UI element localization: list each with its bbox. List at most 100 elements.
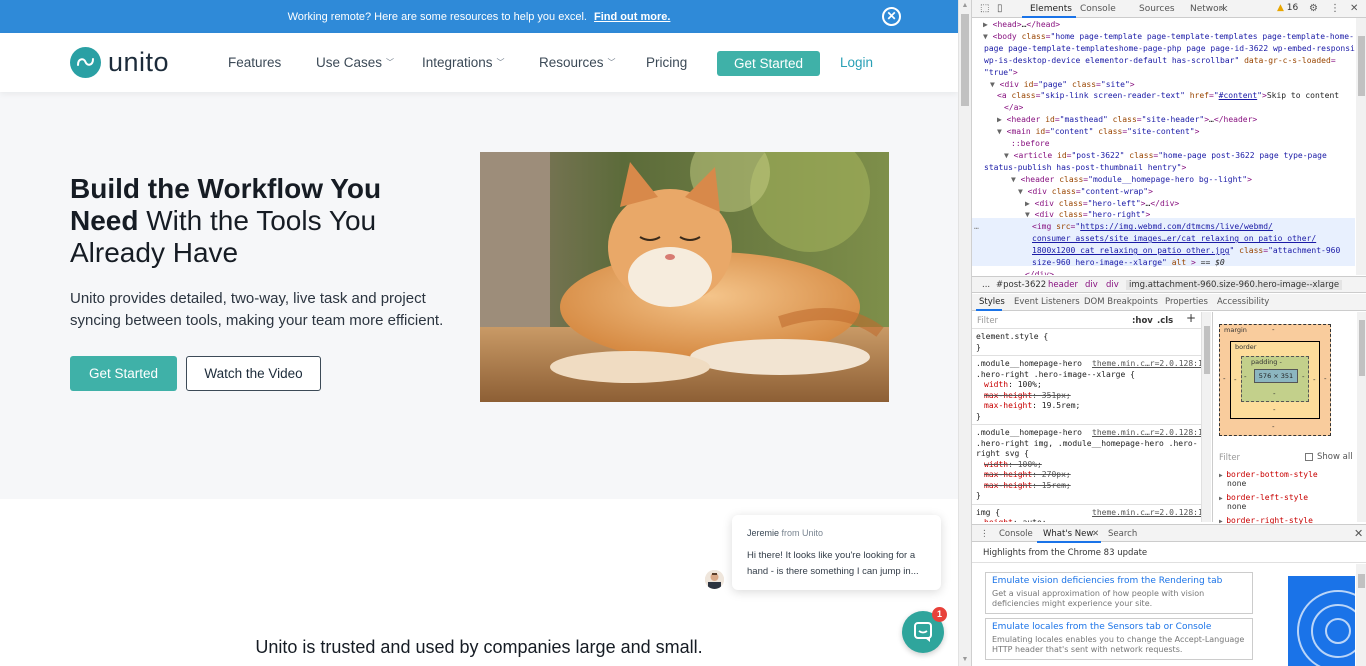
dom-node-line[interactable]: ▼ <div class="hero-right"> bbox=[1025, 209, 1150, 221]
css-rule-text[interactable]: .hero-right .hero-image--xlarge { bbox=[976, 370, 1135, 381]
breadcrumb-item[interactable]: header bbox=[1048, 280, 1078, 290]
nav-pricing[interactable]: Pricing bbox=[646, 55, 687, 70]
drawer-scrollbar[interactable] bbox=[1356, 564, 1366, 666]
watch-video-button[interactable]: Watch the Video bbox=[186, 356, 321, 391]
breadcrumb-item[interactable]: div bbox=[1085, 280, 1098, 290]
nav-integrations[interactable]: Integrations ﹀ bbox=[422, 55, 505, 70]
subtab-styles[interactable]: Styles bbox=[979, 297, 1005, 307]
nav-login-link[interactable]: Login bbox=[840, 55, 873, 70]
breadcrumb-item[interactable]: div bbox=[1106, 280, 1119, 290]
dom-node-line[interactable]: consumer_assets/site_images…er/cat_relax… bbox=[1032, 233, 1316, 245]
dom-node-line[interactable]: ▼ <div id="page" class="site"> bbox=[990, 79, 1135, 91]
close-devtools-icon[interactable]: ✕ bbox=[1350, 3, 1358, 14]
dom-node-line[interactable]: ▶ <head>…</head> bbox=[983, 19, 1060, 31]
css-declaration[interactable]: max-height: 351px; bbox=[984, 391, 1071, 402]
computed-scroll-thumb[interactable] bbox=[1359, 320, 1365, 376]
whats-new-title[interactable]: Emulate vision deficiencies from the Ren… bbox=[992, 576, 1222, 586]
css-rule-text[interactable]: element.style { bbox=[976, 332, 1048, 343]
computed-property[interactable]: ▶ border-bottom-style none bbox=[1219, 470, 1318, 488]
dom-node-line[interactable]: <img src="https://img.webmd.com/dtmcms/l… bbox=[1032, 221, 1273, 233]
dom-node-line[interactable]: 1800x1200_cat_relaxing_on_patio_other.jp… bbox=[1032, 245, 1340, 257]
device-toolbar-icon[interactable]: ▯ bbox=[997, 3, 1003, 14]
drawer-scroll-thumb[interactable] bbox=[1358, 574, 1365, 588]
close-icon[interactable]: ✕ bbox=[882, 7, 901, 26]
dom-tree[interactable]: ▶ <head>…</head> ▼ <body class="home page… bbox=[972, 18, 1355, 275]
css-rule-text[interactable]: .hero-right img, .module__homepage-hero … bbox=[976, 439, 1198, 450]
computed-scrollbar[interactable] bbox=[1357, 312, 1366, 522]
css-declaration[interactable]: max-height: 270px; bbox=[984, 470, 1071, 481]
nav-get-started-button[interactable]: Get Started bbox=[717, 51, 820, 76]
subtab-dom-breakpoints[interactable]: DOM Breakpoints bbox=[1084, 297, 1158, 307]
subtab-properties[interactable]: Properties bbox=[1165, 297, 1208, 307]
banner-link[interactable]: Find out more. bbox=[594, 11, 670, 23]
page-scroll-thumb[interactable] bbox=[961, 14, 969, 106]
css-declaration[interactable]: max-height: 19.5rem; bbox=[984, 401, 1080, 412]
css-declaration[interactable]: width: 100%; bbox=[984, 380, 1042, 391]
dom-node-line[interactable]: page page-template-templateshome-page-ph… bbox=[984, 43, 1355, 55]
styles-scrollbar[interactable] bbox=[1201, 312, 1211, 522]
dom-node-line[interactable]: ▼ <main id="content" class="site-content… bbox=[997, 126, 1199, 138]
css-rule-text[interactable]: } bbox=[976, 491, 981, 502]
dom-scrollbar[interactable] bbox=[1356, 18, 1366, 275]
drawer-tab-search[interactable]: Search bbox=[1108, 529, 1137, 539]
scroll-down-icon[interactable]: ▼ bbox=[959, 654, 971, 666]
whats-new-title[interactable]: Emulate locales from the Sensors tab or … bbox=[992, 622, 1211, 632]
breadcrumb-item[interactable]: img.attachment-960.size-960.hero-image--… bbox=[1126, 280, 1343, 290]
css-declaration[interactable]: max-height: 15rem; bbox=[984, 481, 1071, 492]
nav-use-cases[interactable]: Use Cases ﹀ bbox=[316, 55, 394, 70]
dom-node-line[interactable]: ▼ <article id="post-3622" class="home-pa… bbox=[1004, 150, 1327, 162]
breadcrumb-item[interactable]: #post-3622 bbox=[996, 280, 1046, 290]
css-selector[interactable]: .module__homepage-hero theme.min.c…r=2.0.… bbox=[976, 359, 1201, 370]
tab-elements[interactable]: Elements bbox=[1030, 4, 1072, 14]
get-started-button[interactable]: Get Started bbox=[70, 356, 177, 391]
dom-node-line[interactable]: size-960 hero-image--xlarge" alt > == $0 bbox=[1032, 257, 1225, 269]
dom-scroll-thumb[interactable] bbox=[1358, 36, 1365, 96]
drawer-menu-icon[interactable]: ⋮ bbox=[980, 529, 989, 539]
subtab-event-listeners[interactable]: Event Listeners bbox=[1014, 297, 1080, 307]
dom-node-line[interactable]: ▼ <body class="home page-template page-t… bbox=[983, 31, 1354, 43]
styles-pane[interactable]: Filter :hov .cls + element.style {} .modu… bbox=[972, 312, 1201, 522]
styles-scroll-thumb[interactable] bbox=[1204, 326, 1210, 374]
class-toggle[interactable]: .cls bbox=[1157, 316, 1173, 327]
tab-console[interactable]: Console bbox=[1080, 4, 1116, 14]
styles-filter-input[interactable]: Filter bbox=[977, 316, 998, 327]
dom-node-line[interactable]: "true"> bbox=[984, 67, 1018, 79]
nav-features[interactable]: Features bbox=[228, 55, 281, 70]
dom-node-line[interactable]: ▶ <header id="masthead" class="site-head… bbox=[997, 114, 1257, 126]
warning-count[interactable]: ▲ 16 bbox=[1277, 3, 1298, 13]
css-selector[interactable]: .module__homepage-hero theme.min.c…r=2.0.… bbox=[976, 428, 1201, 439]
page-scrollbar[interactable]: ▲ ▼ bbox=[958, 0, 971, 666]
dom-node-line[interactable]: status-publish has-post-thumbnail hentry… bbox=[984, 162, 1186, 174]
breadcrumb-item[interactable]: ... bbox=[982, 280, 990, 290]
dom-node-line[interactable]: </div> bbox=[1025, 269, 1054, 275]
subtab-accessibility[interactable]: Accessibility bbox=[1217, 297, 1269, 307]
dom-node-line[interactable]: ▼ <div class="content-wrap"> bbox=[1018, 186, 1153, 198]
css-selector[interactable]: img {theme.min.c…r=2.0.128:1 bbox=[976, 508, 1201, 519]
tab-sources[interactable]: Sources bbox=[1139, 4, 1175, 14]
unito-logo[interactable]: unito bbox=[70, 46, 169, 78]
scroll-up-icon[interactable]: ▲ bbox=[959, 0, 971, 12]
computed-filter-input[interactable]: Filter bbox=[1219, 453, 1240, 463]
dom-node-line[interactable]: </a> bbox=[1004, 102, 1023, 114]
more-options-icon[interactable]: ⋮ bbox=[1330, 3, 1340, 14]
computed-property[interactable]: ▶ border-left-style none bbox=[1219, 493, 1308, 511]
css-declaration[interactable]: height: auto; bbox=[984, 518, 1047, 522]
nav-resources[interactable]: Resources ﹀ bbox=[539, 55, 616, 70]
dom-node-line[interactable]: wp-is-desktop-device elementor-default h… bbox=[984, 55, 1336, 67]
css-rule-text[interactable]: } bbox=[976, 412, 981, 423]
drawer-tab-console[interactable]: Console bbox=[999, 529, 1033, 539]
new-rule-icon[interactable]: + bbox=[1186, 312, 1196, 323]
css-rule-text[interactable]: } bbox=[976, 343, 981, 354]
whats-new-item[interactable]: Emulate vision deficiencies from the Ren… bbox=[985, 572, 1253, 614]
dom-node-line[interactable]: ▶ <div class="hero-left">…</div> bbox=[1025, 198, 1179, 210]
close-drawer-icon[interactable]: ✕ bbox=[1354, 527, 1363, 540]
css-rule-text[interactable]: right svg { bbox=[976, 449, 1029, 460]
node-actions-icon[interactable]: … bbox=[974, 221, 979, 233]
show-all-checkbox[interactable] bbox=[1305, 453, 1313, 461]
close-tab-icon[interactable]: ✕ bbox=[1092, 529, 1099, 539]
inspect-element-icon[interactable]: ⬚ bbox=[980, 3, 989, 14]
hover-state-toggle[interactable]: :hov bbox=[1132, 316, 1153, 327]
whats-new-item[interactable]: Emulate locales from the Sensors tab or … bbox=[985, 618, 1253, 660]
dom-node-line[interactable]: <a class="skip-link screen-reader-text" … bbox=[997, 90, 1339, 102]
dom-node-line[interactable]: ::before bbox=[1011, 138, 1050, 150]
